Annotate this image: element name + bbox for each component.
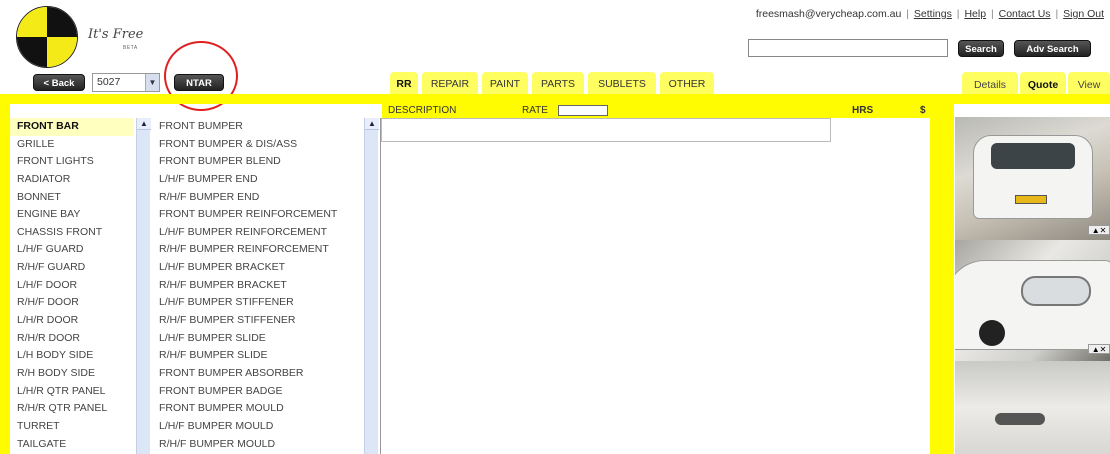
- adv-search-button[interactable]: Adv Search: [1014, 40, 1091, 57]
- photo-up-icon[interactable]: ▲: [1092, 226, 1100, 235]
- hrs-header: HRS: [852, 105, 874, 116]
- user-email: freesmash@verycheap.com.au: [755, 8, 902, 20]
- section-item-r-h-r-qtr-panel[interactable]: R/H/R QTR PANEL: [10, 400, 150, 418]
- left-margin: [0, 104, 10, 454]
- tab-quote[interactable]: Quote: [1020, 72, 1066, 96]
- tab-paint[interactable]: PAINT: [482, 72, 528, 94]
- part-item-r-h-f-bumper-stiffener[interactable]: R/H/F BUMPER STIFFENER: [152, 312, 378, 330]
- scroll-up-icon[interactable]: ▲: [365, 118, 379, 130]
- section-item-turret[interactable]: TURRET: [10, 418, 150, 436]
- section-item-tailgate[interactable]: TAILGATE: [10, 436, 150, 454]
- part-item-front-bumper-reinforcement[interactable]: FRONT BUMPER REINFORCEMENT: [152, 206, 378, 224]
- tagline: It's Free: [88, 27, 144, 42]
- part-item-l-h-f-bumper-bracket[interactable]: L/H/F BUMPER BRACKET: [152, 259, 378, 277]
- vehicle-photo[interactable]: ▲✕: [955, 117, 1110, 240]
- column-header: DESCRIPTION RATE HRS $: [382, 104, 930, 118]
- tab-sublets[interactable]: SUBLETS: [588, 72, 656, 94]
- vehicle-photo[interactable]: ▲✕: [955, 240, 1110, 361]
- photo-controls[interactable]: ▲✕: [1088, 344, 1110, 354]
- part-item-l-h-f-bumper-stiffener[interactable]: L/H/F BUMPER STIFFENER: [152, 294, 378, 312]
- section-item-front-bar[interactable]: FRONT BAR: [10, 118, 134, 136]
- parts-list: FRONT BUMPER FRONT BUMPER & DIS/ASS FRONT …: [152, 118, 379, 454]
- section-item-l-h-f-door[interactable]: L/H/F DOOR: [10, 277, 150, 295]
- section-item-chassis-front[interactable]: CHASSIS FRONT: [10, 224, 150, 242]
- photo-delete-icon[interactable]: ✕: [1100, 345, 1107, 354]
- tab-rr[interactable]: RR: [390, 72, 418, 94]
- section-item-r-h-body-side[interactable]: R/H BODY SIDE: [10, 365, 150, 383]
- part-item-l-h-f-bumper-mould[interactable]: L/H/F BUMPER MOULD: [152, 418, 378, 436]
- search-input[interactable]: [748, 39, 948, 57]
- section-list: FRONT BAR GRILLE FRONT LIGHTS RADIATOR BONNE…: [10, 118, 151, 454]
- rate-label: RATE: [522, 105, 548, 116]
- section-item-engine-bay[interactable]: ENGINE BAY: [10, 206, 150, 224]
- part-item-front-bumper-dis-ass[interactable]: FRONT BUMPER & DIS/ASS: [152, 136, 378, 154]
- part-item-l-h-f-bumper-end[interactable]: L/H/F BUMPER END: [152, 171, 378, 189]
- settings-link[interactable]: Settings: [914, 8, 952, 20]
- job-select[interactable]: 5027 ▼: [92, 73, 160, 92]
- section-item-r-h-f-door[interactable]: R/H/F DOOR: [10, 294, 150, 312]
- tab-view[interactable]: View: [1068, 72, 1110, 96]
- part-item-front-bumper-badge[interactable]: FRONT BUMPER BADGE: [152, 383, 378, 401]
- dollar-header: $: [920, 105, 926, 116]
- section-item-bonnet[interactable]: BONNET: [10, 189, 150, 207]
- help-link[interactable]: Help: [964, 8, 986, 20]
- part-item-r-h-f-bumper-slide[interactable]: R/H/F BUMPER SLIDE: [152, 347, 378, 365]
- part-item-front-bumper[interactable]: FRONT BUMPER: [152, 118, 378, 136]
- tab-details[interactable]: Details: [962, 72, 1018, 96]
- job-select-value: 5027: [97, 76, 121, 88]
- section-item-front-lights[interactable]: FRONT LIGHTS: [10, 153, 150, 171]
- section-item-l-h-r-qtr-panel[interactable]: L/H/R QTR PANEL: [10, 383, 150, 401]
- chevron-down-icon[interactable]: ▼: [145, 74, 159, 91]
- part-item-r-h-f-bumper-bracket[interactable]: R/H/F BUMPER BRACKET: [152, 277, 378, 295]
- tab-other[interactable]: OTHER: [660, 72, 714, 94]
- section-scrollbar[interactable]: ▲: [136, 118, 151, 454]
- section-item-l-h-body-side[interactable]: L/H BODY SIDE: [10, 347, 150, 365]
- section-item-r-h-f-guard[interactable]: R/H/F GUARD: [10, 259, 150, 277]
- tab-parts[interactable]: PARTS: [532, 72, 584, 94]
- rate-input[interactable]: [558, 105, 608, 116]
- contact-us-link[interactable]: Contact Us: [999, 8, 1051, 20]
- right-margin: [930, 104, 954, 454]
- description-header: DESCRIPTION: [388, 105, 457, 116]
- beta-label: BETA: [123, 45, 138, 51]
- part-item-front-bumper-absorber[interactable]: FRONT BUMPER ABSORBER: [152, 365, 378, 383]
- search-button[interactable]: Search: [958, 40, 1004, 57]
- part-item-l-h-f-bumper-reinforcement[interactable]: L/H/F BUMPER REINFORCEMENT: [152, 224, 378, 242]
- scroll-up-icon[interactable]: ▲: [137, 118, 151, 130]
- section-item-l-h-r-door[interactable]: L/H/R DOOR: [10, 312, 150, 330]
- photo-controls[interactable]: ▲✕: [1088, 225, 1110, 235]
- parts-scrollbar[interactable]: ▲: [364, 118, 379, 454]
- yellow-band: [0, 94, 1110, 104]
- photo-up-icon[interactable]: ▲: [1092, 345, 1100, 354]
- section-item-radiator[interactable]: RADIATOR: [10, 171, 150, 189]
- tab-repair[interactable]: REPAIR: [422, 72, 478, 94]
- photo-delete-icon[interactable]: ✕: [1100, 226, 1107, 235]
- part-item-r-h-f-bumper-reinforcement[interactable]: R/H/F BUMPER REINFORCEMENT: [152, 241, 378, 259]
- vehicle-photo[interactable]: [955, 361, 1110, 454]
- logo: [16, 6, 78, 68]
- back-button[interactable]: < Back: [33, 74, 85, 91]
- part-item-r-h-f-bumper-end[interactable]: R/H/F BUMPER END: [152, 189, 378, 207]
- part-item-r-h-f-bumper-mould[interactable]: R/H/F BUMPER MOULD: [152, 436, 378, 454]
- section-item-grille[interactable]: GRILLE: [10, 136, 150, 154]
- sign-out-link[interactable]: Sign Out: [1063, 8, 1104, 20]
- header-links: freesmash@verycheap.com.au | Settings | …: [755, 8, 1104, 20]
- part-item-front-bumper-mould[interactable]: FRONT BUMPER MOULD: [152, 400, 378, 418]
- description-row[interactable]: [381, 118, 831, 142]
- part-item-front-bumper-blend[interactable]: FRONT BUMPER BLEND: [152, 153, 378, 171]
- section-item-l-h-f-guard[interactable]: L/H/F GUARD: [10, 241, 150, 259]
- part-item-l-h-f-bumper-slide[interactable]: L/H/F BUMPER SLIDE: [152, 330, 378, 348]
- quote-lines-area: [380, 118, 930, 454]
- section-item-r-h-r-door[interactable]: R/H/R DOOR: [10, 330, 150, 348]
